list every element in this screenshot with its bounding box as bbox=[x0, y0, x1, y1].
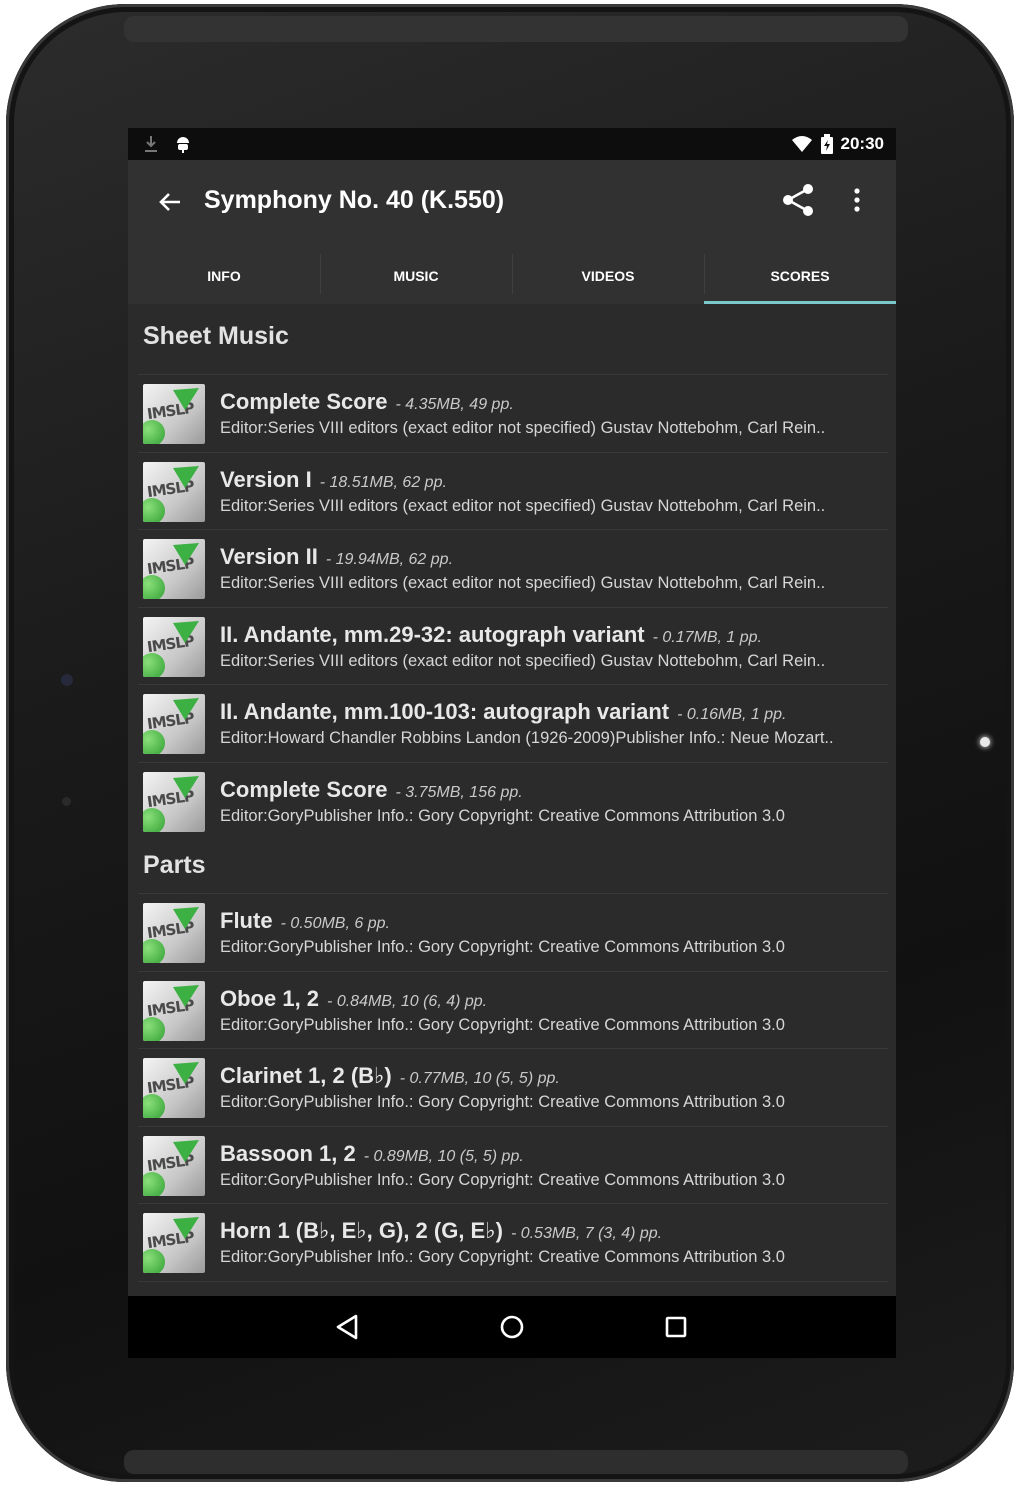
list-item[interactable]: IMSLPViolin I bbox=[138, 1280, 888, 1291]
imslp-score-icon: IMSLP bbox=[143, 980, 205, 1041]
item-title: Oboe 1, 2 bbox=[220, 985, 320, 1011]
imslp-score-icon: IMSLP bbox=[143, 461, 205, 522]
more-vert-icon[interactable] bbox=[848, 184, 866, 216]
item-detail: Editor:GoryPublisher Info.: Gory Copyrig… bbox=[220, 938, 785, 956]
page-title: Symphony No. 40 (K.550) bbox=[204, 186, 505, 214]
tablet-top-bezel bbox=[124, 16, 908, 42]
item-size: - 0.50MB, 6 pp. bbox=[280, 915, 390, 932]
wifi-icon bbox=[791, 136, 812, 152]
item-detail: Editor:GoryPublisher Info.: Gory Copyrig… bbox=[220, 806, 785, 825]
battery-icon bbox=[820, 134, 833, 154]
item-detail: Editor:GoryPublisher Info.: Gory Copyrig… bbox=[220, 1248, 785, 1266]
system-nav-bar bbox=[128, 1296, 896, 1358]
item-size: - 0.77MB, 10 (5, 5) pp. bbox=[399, 1070, 560, 1087]
tab-bar: INFO MUSIC VIDEOS SCORES bbox=[128, 248, 896, 304]
arrow-back-icon[interactable] bbox=[154, 186, 186, 218]
nav-recents-icon[interactable] bbox=[660, 1311, 692, 1343]
item-size: - 0.16MB, 1 pp. bbox=[677, 706, 787, 723]
download-icon bbox=[145, 136, 157, 152]
tablet-sensor bbox=[62, 797, 71, 806]
imslp-score-icon: IMSLP bbox=[143, 694, 205, 754]
tab-videos[interactable]: VIDEOS bbox=[512, 248, 704, 304]
list-item[interactable]: IMSLP II. Andante, mm.100-103: autograph … bbox=[138, 684, 888, 762]
item-detail: Editor:Series VIII editors (exact editor… bbox=[220, 574, 826, 592]
item-detail: Editor:Series VIII editors (exact editor… bbox=[220, 651, 826, 670]
imslp-score-icon: IMSLP bbox=[143, 616, 205, 677]
item-size: - 18.51MB, 62 pp. bbox=[319, 473, 447, 491]
scores-list[interactable]: Sheet Music IMSLP Complete Score - 4.35MB,… bbox=[128, 304, 896, 1290]
item-size: - 4.35MB, 49 pp. bbox=[395, 396, 514, 413]
list-item[interactable]: IMSLP Flute - 0.50MB, 6 pp. Editor:GoryPubl… bbox=[138, 893, 888, 971]
item-detail: Editor:Series VIII editors (exact editor… bbox=[220, 496, 826, 515]
clock: 20:30 bbox=[840, 134, 884, 153]
parts-list: IMSLP Flute - 0.50MB, 6 pp. Editor:GoryPubl… bbox=[128, 893, 896, 1290]
screen: 20:30 Symphony No. 40 (K.550) INFO MUSIC… bbox=[128, 128, 896, 1358]
list-item[interactable]: IMSLP Clarinet 1, 2 (B♭) - 0.77MB, 10 (5, … bbox=[138, 1048, 888, 1126]
section-header-parts: Parts bbox=[143, 851, 206, 879]
item-size: - 0.17MB, 1 pp. bbox=[652, 628, 762, 646]
list-item[interactable]: IMSLP Oboe 1, 2 - 0.84MB, 10 (6, 4) pp. Edi… bbox=[138, 970, 888, 1049]
item-title: Complete Score bbox=[220, 389, 388, 414]
item-detail: Editor:Howard Chandler Robbins Landon (1… bbox=[220, 729, 834, 747]
list-item[interactable]: IMSLP Complete Score - 3.75MB, 156 pp. Edit… bbox=[138, 761, 888, 840]
item-size: - 0.84MB, 10 (6, 4) pp. bbox=[327, 992, 488, 1010]
item-detail: Editor:GoryPublisher Info.: Gory Copyrig… bbox=[220, 1170, 785, 1189]
imslp-score-icon: IMSLP bbox=[143, 1135, 205, 1196]
sheet-music-list: IMSLP Complete Score - 4.35MB, 49 pp. Edito… bbox=[128, 374, 896, 839]
list-item[interactable]: IMSLP Complete Score - 4.35MB, 49 pp. Edito… bbox=[138, 374, 888, 452]
item-title: II. Andante, mm.100-103: autograph varia… bbox=[220, 699, 670, 724]
nav-back-icon[interactable] bbox=[332, 1311, 364, 1343]
list-item[interactable]: IMSLP II. Andante, mm.29-32: autograph va… bbox=[138, 606, 888, 685]
share-icon[interactable] bbox=[780, 182, 816, 218]
list-item[interactable]: IMSLP Horn 1 (B♭, E♭, G), 2 (G, E♭) - 0.53… bbox=[138, 1203, 888, 1281]
android-debug-icon bbox=[177, 137, 189, 153]
app-bar: Symphony No. 40 (K.550) INFO MUSIC VIDEO… bbox=[128, 160, 896, 304]
tablet-bottom-bezel bbox=[124, 1450, 908, 1474]
list-item[interactable]: IMSLP Bassoon 1, 2 - 0.89MB, 10 (5, 5) pp.… bbox=[138, 1125, 888, 1204]
tablet-light bbox=[980, 737, 990, 747]
nav-home-icon[interactable] bbox=[496, 1311, 528, 1343]
item-title: Flute bbox=[220, 908, 273, 933]
item-title: Version I bbox=[220, 466, 312, 492]
status-bar: 20:30 bbox=[128, 128, 896, 160]
item-title: II. Andante, mm.29-32: autograph variant bbox=[220, 621, 645, 647]
item-title: Horn 1 (B♭, E♭, G), 2 (G, E♭) bbox=[220, 1218, 503, 1243]
item-size: - 19.94MB, 62 pp. bbox=[325, 551, 454, 568]
item-title: Bassoon 1, 2 bbox=[220, 1140, 356, 1166]
item-title: Version II bbox=[220, 544, 318, 569]
item-detail: Editor:GoryPublisher Info.: Gory Copyrig… bbox=[220, 1015, 785, 1034]
item-title: Clarinet 1, 2 (B♭) bbox=[220, 1063, 392, 1088]
tab-scores[interactable]: SCORES bbox=[704, 248, 896, 304]
imslp-score-icon: IMSLP bbox=[143, 903, 205, 963]
item-size: - 0.53MB, 7 (3, 4) pp. bbox=[510, 1225, 663, 1242]
list-item[interactable]: IMSLP Version I - 18.51MB, 62 pp. Editor:Se… bbox=[138, 451, 888, 530]
imslp-score-icon: IMSLP bbox=[143, 771, 205, 832]
item-size: - 0.89MB, 10 (5, 5) pp. bbox=[363, 1147, 524, 1165]
imslp-score-icon: IMSLP bbox=[143, 384, 205, 444]
item-title: Complete Score bbox=[220, 776, 388, 802]
list-item[interactable]: IMSLP Version II - 19.94MB, 62 pp. Editor:S… bbox=[138, 529, 888, 607]
tab-music[interactable]: MUSIC bbox=[320, 248, 512, 304]
tab-info[interactable]: INFO bbox=[128, 248, 320, 304]
item-detail: Editor:GoryPublisher Info.: Gory Copyrig… bbox=[220, 1093, 785, 1111]
imslp-score-icon: IMSLP bbox=[143, 1213, 205, 1273]
section-header-sheet-music: Sheet Music bbox=[143, 322, 289, 350]
imslp-score-icon: IMSLP bbox=[143, 539, 205, 599]
imslp-score-icon: IMSLP bbox=[143, 1058, 205, 1118]
tablet-camera bbox=[61, 674, 73, 686]
item-size: - 3.75MB, 156 pp. bbox=[395, 783, 523, 801]
item-detail: Editor:Series VIII editors (exact editor… bbox=[220, 419, 826, 437]
